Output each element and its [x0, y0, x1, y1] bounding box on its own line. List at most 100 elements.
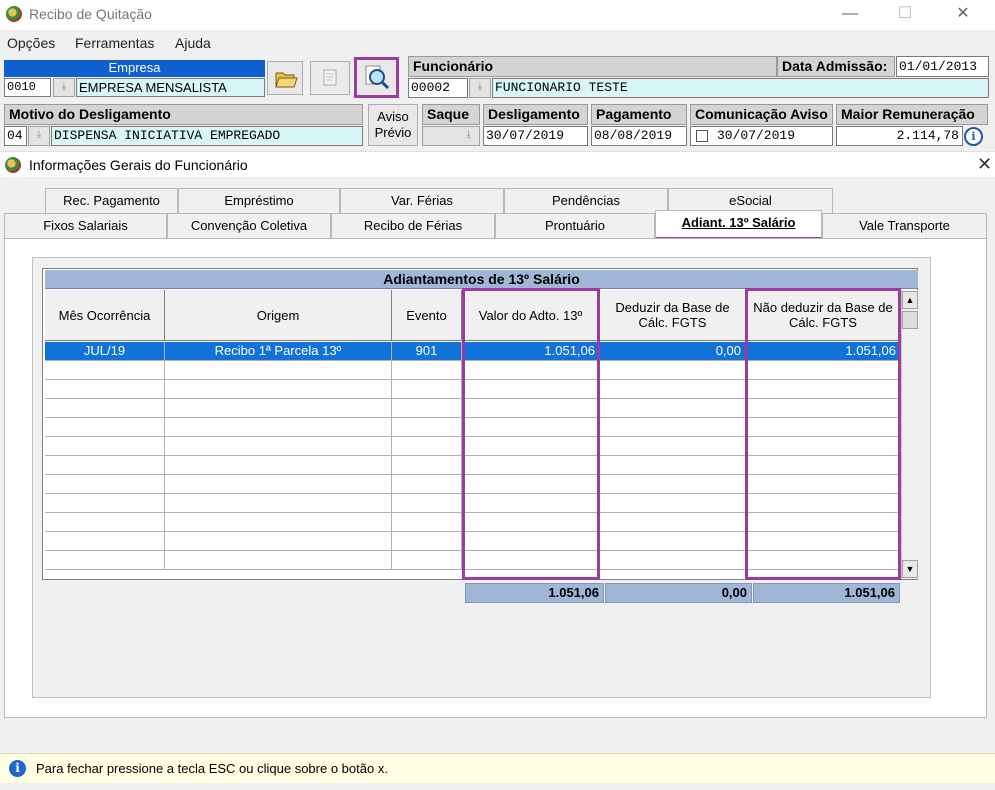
aviso-previo-line1: Aviso — [377, 109, 409, 124]
empty-cell — [600, 456, 746, 475]
empty-cell — [165, 475, 392, 494]
empty-cell — [600, 361, 746, 380]
cell-evento: 901 — [392, 342, 462, 361]
empty-cell — [392, 532, 462, 551]
open-folder-button[interactable] — [267, 61, 303, 95]
tab-pendencias[interactable]: Pendências — [504, 188, 668, 214]
motivo-field[interactable]: DISPENSA INICIATIVA EMPREGADO — [51, 126, 363, 146]
scroll-down-button[interactable]: ▼ — [902, 560, 918, 578]
close-window-button[interactable]: ✕ — [943, 4, 983, 26]
empty-cell — [45, 513, 165, 532]
tab-convencao-coletiva[interactable]: Convenção Coletiva — [167, 213, 331, 239]
motivo-label: Motivo do Desligamento — [4, 104, 363, 125]
tab-fixos-salariais[interactable]: Fixos Salariais — [4, 213, 167, 239]
tab-recibo-ferias[interactable]: Recibo de Férias — [331, 213, 495, 239]
empresa-name-field[interactable]: EMPRESA MENSALISTA — [76, 78, 265, 97]
document-icon — [323, 69, 337, 86]
data-admissao-field[interactable]: 01/01/2013 — [896, 56, 989, 77]
aviso-previo-line2: Prévio — [374, 125, 412, 140]
empty-cell — [45, 475, 165, 494]
grid-title: Adiantamentos de 13º Salário — [45, 270, 918, 289]
saque-field[interactable]: ⤓ — [422, 126, 480, 146]
empresa-code-field[interactable]: 0010 — [4, 78, 51, 97]
empty-cell — [600, 399, 746, 418]
total-nao-deduzir-fgts: 1.051,06 — [753, 583, 900, 603]
tab-rec-pagamento[interactable]: Rec. Pagamento — [45, 188, 178, 214]
cell-deduzir-fgts: 0,00 — [600, 342, 746, 361]
empty-cell — [165, 494, 392, 513]
empty-cell — [45, 437, 165, 456]
funcionario-name-field[interactable]: FUNCIONARIO TESTE — [492, 78, 989, 98]
app-window: Recibo de Quitação — ☐ ✕ Opções Ferramen… — [0, 0, 995, 790]
report-button[interactable] — [310, 61, 350, 95]
pagamento-field[interactable]: 08/08/2019 — [591, 126, 687, 146]
empty-cell — [45, 380, 165, 399]
cell-mes-ocorrencia: JUL/19 — [45, 342, 165, 361]
search-button[interactable] — [354, 57, 399, 98]
pagamento-label: Pagamento — [591, 104, 687, 125]
comunicacao-aviso-field[interactable]: 30/07/2019 — [717, 127, 795, 145]
empty-cell — [392, 475, 462, 494]
empty-cell — [45, 551, 165, 570]
desligamento-label: Desligamento — [483, 104, 588, 125]
app-logo-icon — [6, 6, 22, 22]
empty-cell — [165, 437, 392, 456]
motivo-lookup-button[interactable]: ⤓ — [28, 126, 50, 146]
maximize-button[interactable]: ☐ — [885, 4, 925, 26]
empty-cell — [600, 551, 746, 570]
vertical-scrollbar[interactable]: ▲ ▼ — [901, 290, 918, 579]
tab-emprestimo[interactable]: Empréstimo — [178, 188, 340, 214]
saque-lookup-button[interactable]: ⤓ — [458, 127, 479, 145]
aviso-previo-button[interactable]: Aviso Prévio — [368, 104, 418, 146]
empty-cell — [392, 494, 462, 513]
scroll-thumb[interactable] — [902, 311, 918, 329]
tab-prontuario[interactable]: Prontuário — [495, 213, 655, 239]
comunicacao-aviso-checkbox[interactable] — [696, 130, 708, 142]
empty-cell — [165, 399, 392, 418]
col-header-origem[interactable]: Origem — [165, 290, 392, 341]
funcionario-lookup-button[interactable]: ⤓ — [469, 78, 491, 98]
empty-cell — [165, 513, 392, 532]
scroll-up-button[interactable]: ▲ — [902, 291, 918, 309]
status-bar: i Para fechar pressione a tecla ESC ou c… — [0, 753, 995, 783]
empresa-label: Empresa — [4, 60, 265, 77]
close-section-button[interactable]: ✕ — [977, 154, 992, 175]
menu-ajuda[interactable]: Ajuda — [175, 35, 211, 51]
empty-cell — [165, 532, 392, 551]
empty-cell — [600, 380, 746, 399]
empty-cell — [392, 437, 462, 456]
col-header-evento[interactable]: Evento — [392, 290, 462, 341]
maior-remuneracao-field[interactable]: 2.114,78 — [836, 126, 963, 146]
magnifier-icon — [365, 65, 390, 90]
empresa-lookup-button[interactable]: ⤓ — [53, 78, 75, 97]
col-header-mes-ocorrencia[interactable]: Mês Ocorrência — [45, 290, 165, 341]
data-admissao-label: Data Admissão: — [777, 56, 895, 77]
window-title: Recibo de Quitação — [29, 6, 152, 22]
info-circle-icon: i — [9, 760, 26, 777]
cell-origem: Recibo 1ª Parcela 13º — [165, 342, 392, 361]
empty-cell — [392, 456, 462, 475]
comunicacao-aviso-group: 30/07/2019 — [690, 126, 833, 146]
empty-cell — [45, 361, 165, 380]
section-title: Informações Gerais do Funcionário — [29, 157, 248, 173]
empty-cell — [45, 456, 165, 475]
empty-cell — [45, 399, 165, 418]
col-header-deduzir-fgts[interactable]: Deduzir da Base de Cálc. FGTS — [600, 290, 746, 341]
total-deduzir-fgts: 0,00 — [605, 583, 752, 603]
empty-cell — [392, 399, 462, 418]
tab-adiant-13-salario[interactable]: Adiant. 13º Salário — [655, 210, 822, 240]
minimize-button[interactable]: — — [830, 4, 870, 26]
info-icon[interactable]: i — [964, 127, 983, 146]
empty-cell — [165, 361, 392, 380]
tab-var-ferias[interactable]: Var. Férias — [340, 188, 504, 214]
tab-vale-transporte[interactable]: Vale Transporte — [822, 213, 987, 239]
menu-opcoes[interactable]: Opções — [7, 35, 55, 51]
empty-cell — [165, 380, 392, 399]
funcionario-code-field[interactable]: 00002 — [408, 78, 468, 98]
empty-cell — [600, 532, 746, 551]
menu-ferramentas[interactable]: Ferramentas — [75, 35, 154, 51]
motivo-code-field[interactable]: 04 — [4, 126, 27, 146]
status-message: Para fechar pressione a tecla ESC ou cli… — [36, 761, 388, 776]
desligamento-field[interactable]: 30/07/2019 — [483, 126, 588, 146]
section-logo-icon — [5, 157, 21, 173]
